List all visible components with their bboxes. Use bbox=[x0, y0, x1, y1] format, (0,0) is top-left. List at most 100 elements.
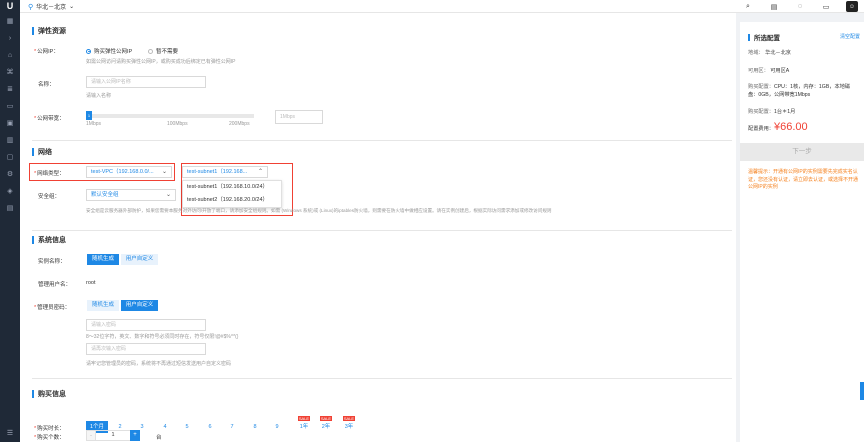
network-type-label: *网络类型： bbox=[34, 171, 65, 177]
admin-user-value: root bbox=[86, 280, 96, 286]
bandwidth-label: *公网带宽： bbox=[34, 116, 65, 122]
eip-hint: 如需公网访问请购买弹性公网IP，或购买成功后绑定已有弹性公网IP bbox=[86, 59, 236, 65]
network-icon[interactable]: ⌘ bbox=[0, 64, 20, 81]
decrement-button[interactable]: - bbox=[86, 430, 96, 441]
summary-quantity: 购买配置：1台＊1月 bbox=[748, 109, 796, 115]
custom-password-button[interactable]: 用户自定义 bbox=[121, 300, 158, 311]
summary-zone: 可用区： 可用区A bbox=[748, 68, 790, 74]
image-icon[interactable]: ▤ bbox=[0, 200, 20, 217]
clear-config-link[interactable]: 清空配置 bbox=[840, 33, 860, 40]
summary-title: 所选配置 bbox=[748, 32, 780, 42]
summary-panel: 所选配置 清空配置 地域： 华北－北京 可用区： 可用区A 购买配置：CPU：1… bbox=[740, 22, 864, 442]
count-unit: 台 bbox=[156, 435, 162, 441]
divider bbox=[32, 140, 732, 141]
increment-button[interactable]: + bbox=[130, 430, 140, 441]
name-label: 名称： bbox=[38, 82, 55, 88]
search-icon[interactable]: ⌕ bbox=[742, 1, 754, 12]
duration-1-year[interactable]: 1年 bbox=[294, 421, 314, 433]
chevron-right-icon[interactable]: › bbox=[0, 30, 20, 47]
clipboard-icon[interactable]: ▭ bbox=[820, 1, 832, 12]
menu-icon[interactable]: ☰ bbox=[0, 425, 20, 442]
tick-200mbps: 200Mbps bbox=[229, 121, 250, 127]
feedback-tab[interactable] bbox=[860, 382, 864, 400]
count-stepper: - 1 + bbox=[86, 430, 140, 441]
chevron-up-icon: ⌃ bbox=[257, 169, 263, 175]
radio-dot bbox=[148, 48, 153, 54]
bandwidth-slider-handle[interactable]: 1 bbox=[86, 111, 92, 120]
subnet-select[interactable]: test-subnet1（192.168... ⌃ bbox=[182, 166, 268, 178]
section-title-eip: 弹性资源 bbox=[32, 26, 66, 36]
admin-user-label: 管理用户名： bbox=[38, 282, 72, 288]
duration-label: *购买时长： bbox=[34, 426, 65, 432]
summary-region: 地域： 华北－北京 bbox=[748, 50, 791, 56]
box-icon[interactable]: ▣ bbox=[0, 115, 20, 132]
vpc-select[interactable]: test-VPC（192.168.0.0/... ⌄ bbox=[86, 166, 172, 178]
password-confirm-input[interactable]: 请再次输入密码 bbox=[86, 343, 206, 355]
chevron-down-icon: ⌄ bbox=[161, 169, 167, 175]
layers-icon[interactable]: ≣ bbox=[0, 81, 20, 98]
subnet-option-2[interactable]: test-subnet2（192.168.20.0/24） bbox=[183, 194, 281, 207]
duration-7[interactable]: 7 bbox=[222, 421, 242, 433]
duration-9[interactable]: 9 bbox=[267, 421, 287, 433]
next-step-button[interactable]: 下一步 bbox=[740, 143, 864, 161]
security-group-select[interactable]: 默认安全组 ⌄ bbox=[86, 189, 176, 201]
duration-2-years[interactable]: 2年 bbox=[316, 421, 336, 433]
location-pin-icon: ⚲ bbox=[28, 3, 34, 11]
region-label: 华北－北京 bbox=[36, 5, 67, 11]
duration-8[interactable]: 8 bbox=[245, 421, 265, 433]
subnet-dropdown: test-subnet1（192.168.10.0/24） test-subne… bbox=[182, 180, 282, 208]
document-icon[interactable]: ▤ bbox=[768, 1, 780, 12]
shield-icon[interactable]: ◈ bbox=[0, 183, 20, 200]
count-label: *购买个数： bbox=[34, 435, 65, 441]
summary-spec: 购买配置：CPU：1核，内存：1GB，本地磁盘：0GB，公网带宽1Mbps bbox=[748, 84, 851, 98]
instance-name-label: 实例名称： bbox=[38, 259, 66, 265]
main-form: 弹性资源 *公网IP： 购买弹性公网IP 暂不需要 如需公网访问请购买弹性公网I… bbox=[20, 13, 736, 442]
sidebar: ▦ › ⌂ ⌘ ≣ ▭ ▣ ▥ ▢ ⚙ ◈ ▤ ☰ bbox=[0, 13, 20, 442]
random-name-button[interactable]: 随机生成 bbox=[87, 254, 119, 265]
chevron-down-icon: ⌄ bbox=[165, 192, 171, 198]
custom-name-button[interactable]: 用户自定义 bbox=[121, 254, 158, 265]
password-warning: 请牢记您管理员的密码，系统将不再通过短信发送用户自定义密码 bbox=[86, 361, 232, 367]
bandwidth-slider-track[interactable] bbox=[86, 114, 254, 118]
radio-dot-checked bbox=[86, 48, 91, 54]
tick-100mbps: 100Mbps bbox=[167, 121, 188, 127]
section-title-network: 网络 bbox=[32, 147, 52, 157]
radio-no-eip[interactable]: 暂不需要 bbox=[148, 47, 178, 55]
chart-icon[interactable]: ▥ bbox=[0, 132, 20, 149]
divider bbox=[32, 378, 732, 379]
section-title-system: 系统信息 bbox=[32, 235, 66, 245]
admin-password-label: *管理员密码： bbox=[34, 305, 71, 311]
monitor-icon[interactable]: ▢ bbox=[0, 149, 20, 166]
summary-price: ¥66.00 bbox=[774, 121, 808, 133]
settings-icon[interactable]: ⚙ bbox=[0, 166, 20, 183]
building-icon[interactable]: ⌂ bbox=[0, 47, 20, 64]
top-icons: ⌕ ▤ ◌ ▭ ☺ bbox=[742, 1, 858, 12]
verification-tip: 温馨提示：开通有公网IP的实例需要先完成实名认证，您还没有认证，请立即去认证，或… bbox=[748, 169, 859, 190]
password-rule-hint: 8～32位字符，英文、数字和符号必须同时存在，符号仅限!@#$%^*() bbox=[86, 334, 239, 340]
password-input[interactable]: 请输入密码 bbox=[86, 319, 206, 331]
random-password-button[interactable]: 随机生成 bbox=[87, 300, 119, 311]
chevron-down-icon: ⌄ bbox=[69, 4, 75, 10]
count-input[interactable]: 1 bbox=[96, 430, 130, 441]
duration-4[interactable]: 4 bbox=[155, 421, 175, 433]
user-avatar-icon[interactable]: ☺ bbox=[846, 1, 858, 12]
chat-icon[interactable]: ◌ bbox=[794, 1, 806, 12]
eip-name-input[interactable]: 请输入公网IP名称 bbox=[86, 76, 206, 88]
bandwidth-input[interactable]: 1Mbps bbox=[275, 110, 323, 124]
tick-1mbps: 1Mbps bbox=[86, 121, 102, 127]
radio-buy-eip[interactable]: 购买弹性公网IP bbox=[86, 47, 132, 55]
section-title-purchase: 购买信息 bbox=[32, 389, 66, 399]
subnet-option-1[interactable]: test-subnet1（192.168.10.0/24） bbox=[183, 181, 281, 194]
security-group-hint: 安全组是云服务器外部防护，如果您需要本服务对外访问/开放了端口，请添加安全组规则… bbox=[86, 208, 552, 213]
name-hint: 请输入名称 bbox=[86, 93, 112, 99]
duration-5[interactable]: 5 bbox=[177, 421, 197, 433]
duration-3-years[interactable]: 3年 bbox=[339, 421, 359, 433]
logo[interactable]: U bbox=[0, 0, 20, 13]
top-bar: U ⚲ 华北－北京 ⌄ ⌕ ▤ ◌ ▭ ☺ bbox=[0, 0, 864, 13]
summary-price-label: 配置费用： bbox=[748, 126, 774, 132]
public-ip-label: *公网IP： bbox=[34, 49, 59, 55]
database-icon[interactable]: ▭ bbox=[0, 98, 20, 115]
grid-icon[interactable]: ▦ bbox=[0, 13, 20, 30]
duration-6[interactable]: 6 bbox=[200, 421, 220, 433]
region-selector[interactable]: ⚲ 华北－北京 ⌄ bbox=[28, 2, 75, 12]
